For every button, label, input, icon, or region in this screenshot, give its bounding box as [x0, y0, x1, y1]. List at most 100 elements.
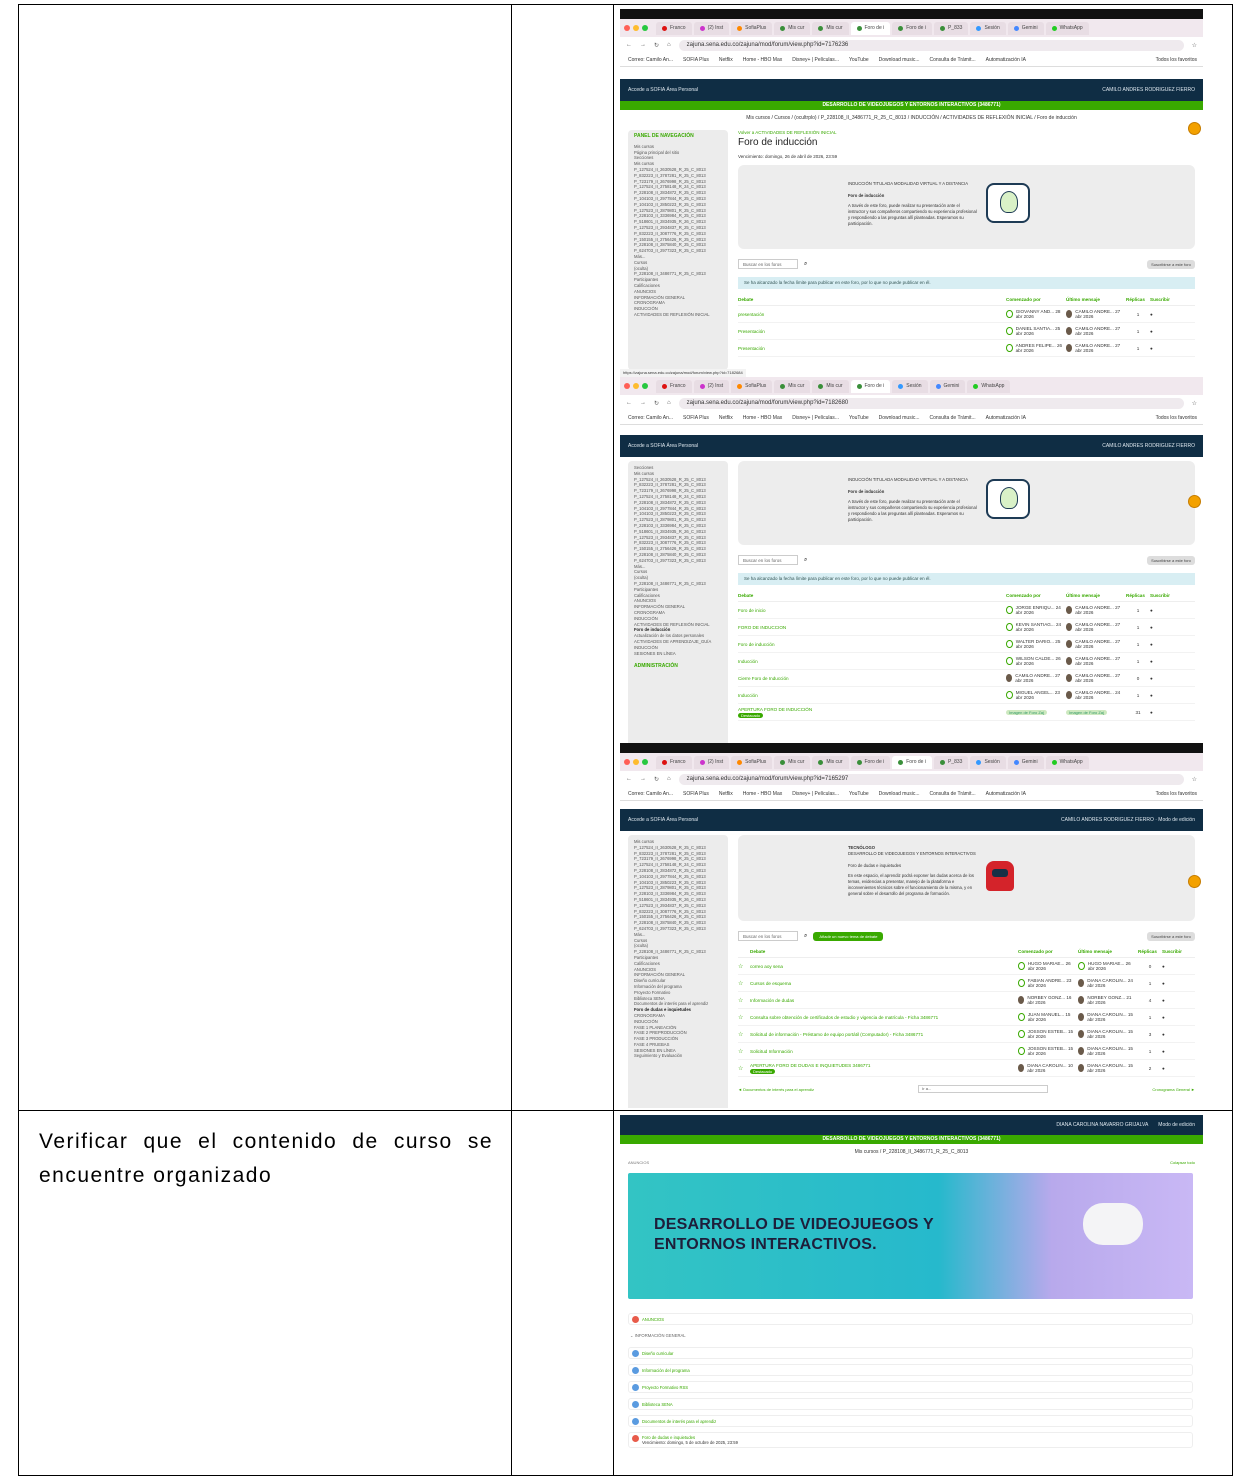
browser-tab[interactable]: P_833 — [933, 21, 969, 35]
item-label[interactable]: Proyecto Formativo RSS — [642, 1385, 688, 1390]
browser-tab-active[interactable]: Foro de i — [892, 755, 932, 769]
star-icon[interactable]: ☆ — [738, 997, 750, 1004]
subscribe-button[interactable]: Suscribirse a este foro — [1147, 259, 1195, 269]
browser-tab[interactable]: Mis cur — [774, 755, 811, 769]
discussion-title[interactable]: Inducción — [738, 693, 1006, 698]
reload-icon[interactable]: ↻ — [654, 776, 659, 783]
item-label[interactable]: Biblioteca SENA — [642, 1402, 673, 1407]
table-row[interactable]: ☆ Solicitud Información JOSSON ESTEB... 15… — [738, 1043, 1195, 1060]
bookmark[interactable]: YouTube — [849, 415, 869, 421]
col-last-post[interactable]: Último mensaje — [1066, 593, 1126, 598]
discussion-title[interactable]: correo aoy sena — [750, 964, 1018, 969]
star-icon[interactable]: ☆ — [738, 1048, 750, 1055]
assistant-avatar-icon[interactable] — [1188, 122, 1201, 135]
search-icon[interactable]: ⌕ — [804, 933, 807, 940]
discussion-title[interactable]: Presentación — [738, 329, 1006, 334]
bookmark[interactable]: Automatización IA — [986, 791, 1026, 797]
browser-tab[interactable]: WhatsApp — [1045, 21, 1089, 35]
list-item[interactable]: ANUNCIOS — [628, 1313, 1193, 1325]
edit-mode-toggle[interactable]: Modo de edición — [1158, 1122, 1195, 1128]
bookmark[interactable]: Netflix — [719, 57, 733, 63]
col-last-post[interactable]: Último mensaje — [1066, 297, 1126, 302]
bookmark[interactable]: Netflix — [719, 791, 733, 797]
star-icon[interactable]: ☆ — [738, 1014, 750, 1021]
browser-tab[interactable]: (2) Inst — [693, 755, 730, 769]
edit-mode-toggle[interactable]: Modo de edición — [1158, 817, 1195, 823]
item-label[interactable]: Información del programa — [642, 1368, 690, 1373]
sidebar-item[interactable]: ACTIVIDADES DE APRENDIZAJE_GUÍA INDUCCIÓ… — [634, 639, 722, 651]
bookmark[interactable]: Correo: Camilo An... — [628, 57, 673, 63]
star-icon[interactable]: ☆ — [738, 1065, 750, 1072]
breadcrumb[interactable]: Mis cursos / P_228108_II_3486771_R_25_C_… — [620, 1144, 1203, 1160]
bookmark[interactable]: Home - HBO Max — [743, 791, 782, 797]
table-row[interactable]: Presentación DANIEL SANTIA... 25 abr 202… — [738, 323, 1195, 340]
subscribe-button[interactable]: Suscribirse a este foro — [1147, 555, 1195, 565]
toggle-icon[interactable]: ● — [1150, 710, 1153, 715]
list-item[interactable]: Información del programa — [628, 1364, 1193, 1376]
add-discussion-button[interactable]: Añadir un nuevo tema de debate — [813, 931, 884, 941]
browser-tab[interactable]: Gemini — [929, 379, 966, 393]
bookmark[interactable]: YouTube — [849, 791, 869, 797]
bookmark[interactable]: Download music... — [879, 791, 920, 797]
discussion-title[interactable]: Solicitud Información — [750, 1049, 1018, 1054]
discussion-title[interactable]: Cursos de esquema — [750, 981, 1018, 986]
bookmark[interactable]: Disney+ | Películas... — [792, 415, 839, 421]
home-icon[interactable]: ⌂ — [667, 400, 671, 406]
star-icon[interactable]: ☆ — [1192, 776, 1197, 783]
discussion-title[interactable]: APERTURA FORO DE INDUCCIÓN — [738, 707, 812, 712]
forward-icon[interactable]: → — [640, 42, 646, 48]
browser-tab[interactable]: Mis cur — [812, 755, 849, 769]
browser-tab[interactable]: (2) Inst — [693, 379, 730, 393]
browser-tab[interactable]: SofiaPlus — [731, 755, 773, 769]
jump-to-select[interactable]: Ir a... — [918, 1085, 1049, 1093]
reload-icon[interactable]: ↻ — [654, 400, 659, 407]
toggle-icon[interactable]: ● — [1150, 625, 1153, 630]
table-row[interactable]: ☆ APERTURA FORO DE DUDAS E INQUIETUDES 34… — [738, 1060, 1195, 1077]
forum-search-input[interactable]: Buscar en los foros — [738, 259, 798, 269]
browser-tab[interactable]: Franco — [656, 21, 692, 35]
browser-tab[interactable]: Foro de i — [850, 755, 891, 769]
toggle-icon[interactable]: ● — [1150, 659, 1153, 664]
sidebar-item[interactable]: ACTIVIDADES DE REFLEXIÓN INICIAL — [634, 312, 722, 318]
browser-tab[interactable]: Mis cur — [812, 21, 849, 35]
table-row[interactable]: Inducción WILSON CALDE... 26 abr 2026 CAMI… — [738, 653, 1195, 670]
site-nav-links[interactable]: Accede a SOFIA Área Personal — [628, 87, 698, 93]
site-nav-links[interactable]: Accede a SOFIA Área Personal — [628, 443, 698, 449]
bookmark[interactable]: Disney+ | Películas... — [792, 57, 839, 63]
table-row[interactable]: presentación GIOVANNY AND... 28 abr 2026… — [738, 306, 1195, 323]
bookmark[interactable]: Consulta de Trámit... — [930, 415, 976, 421]
discussion-title[interactable]: Inducción — [738, 659, 1006, 664]
star-icon[interactable]: ☆ — [738, 963, 750, 970]
star-icon[interactable]: ☆ — [738, 1031, 750, 1038]
bookmark[interactable]: Automatización IA — [986, 57, 1026, 63]
forward-icon[interactable]: → — [640, 400, 646, 406]
list-item[interactable]: Biblioteca SENA — [628, 1398, 1193, 1410]
user-menu[interactable]: CAMILO ANDRES RODRIGUEZ FIERRO — [1061, 817, 1154, 823]
toggle-icon[interactable]: ● — [1162, 1049, 1165, 1054]
window-controls[interactable] — [624, 383, 648, 389]
home-icon[interactable]: ⌂ — [667, 42, 671, 48]
table-row[interactable]: Foro de inicio JORGE ENRIQU... 24 abr 202… — [738, 602, 1195, 619]
toggle-icon[interactable]: ● — [1150, 329, 1153, 334]
user-menu[interactable]: DIANA CAROLINA NAVARRO GRIJALVA — [1056, 1122, 1148, 1128]
table-row[interactable]: ☆ correo aoy sena HUGO MARIAE... 26 abr 20… — [738, 958, 1195, 975]
table-row[interactable]: ☆ Cursos de esquema FABIAN ANDRE... 23 abr… — [738, 975, 1195, 992]
browser-tab[interactable]: Franco — [656, 755, 692, 769]
table-row[interactable]: Foro de inducción WALTER DARIO... 25 abr … — [738, 636, 1195, 653]
list-item[interactable]: Proyecto Formativo RSS — [628, 1381, 1193, 1393]
table-row[interactable]: Inducción MIGUEL ANGEL... 23 abr 2026 CAMI… — [738, 687, 1195, 704]
back-icon[interactable]: ← — [626, 400, 632, 406]
browser-tab[interactable]: P_833 — [933, 755, 969, 769]
toggle-icon[interactable]: ● — [1162, 964, 1165, 969]
collapse-all-link[interactable]: Colapsar todo — [1170, 1160, 1195, 1165]
browser-tab[interactable]: SofiaPlus — [731, 379, 773, 393]
toggle-icon[interactable]: ● — [1150, 693, 1153, 698]
browser-tab[interactable]: (2) Inst — [693, 21, 730, 35]
browser-tab[interactable]: WhatsApp — [1045, 755, 1089, 769]
bookmark[interactable]: SOFIA Plus — [683, 415, 709, 421]
url-field[interactable]: zajuna.sena.edu.co/zajuna/mod/forum/view… — [678, 773, 1184, 785]
item-label[interactable]: ANUNCIOS — [642, 1317, 664, 1322]
table-row[interactable]: Cierre Foro de Inducción CAMILO ANDRE... … — [738, 670, 1195, 687]
toggle-icon[interactable]: ● — [1162, 1032, 1165, 1037]
browser-tab[interactable]: Sesión — [970, 755, 1006, 769]
